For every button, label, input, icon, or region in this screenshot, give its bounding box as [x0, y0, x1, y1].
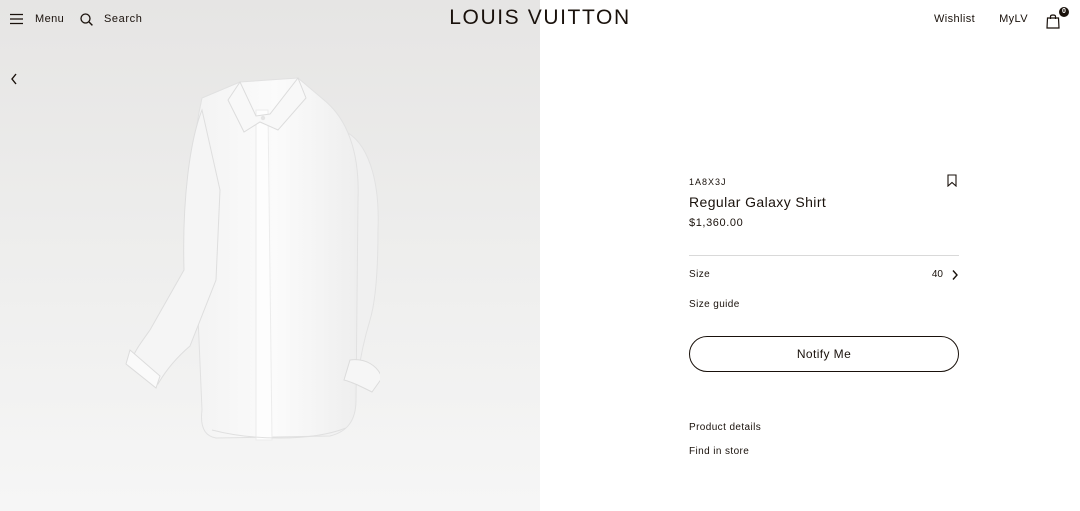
bookmark-icon [947, 174, 957, 188]
gallery-prev-button[interactable] [6, 70, 22, 88]
divider [689, 255, 959, 256]
shopping-bag-icon [1046, 14, 1060, 29]
shopping-bag-button[interactable]: 0 [1046, 7, 1069, 29]
brand-logo-text: LOUIS VUITTON [449, 6, 631, 29]
size-value: 40 [931, 269, 943, 280]
brand-logo[interactable]: LOUIS VUITTON [0, 6, 1080, 30]
find-in-store-link[interactable]: Find in store [689, 446, 749, 457]
chevron-right-icon [952, 270, 958, 280]
mylv-link[interactable]: MyLV [999, 13, 1028, 25]
product-image [125, 77, 380, 441]
bag-count-badge: 0 [1059, 7, 1069, 17]
product-details-link[interactable]: Product details [689, 422, 761, 433]
header-actions: Wishlist MyLV 0 [934, 7, 1069, 30]
product-price: $1,360.00 [689, 217, 744, 229]
size-label: Size [689, 269, 711, 280]
notify-me-button[interactable]: Notify Me [689, 336, 959, 372]
add-to-wishlist-button[interactable] [947, 174, 957, 188]
product-image-area [0, 0, 540, 511]
chevron-left-icon [11, 73, 17, 85]
product-sku: 1A8X3J [689, 177, 727, 187]
site-header: Menu Search LOUIS VUITTON Wishlist MyLV … [0, 0, 1080, 40]
wishlist-link[interactable]: Wishlist [934, 13, 975, 25]
size-selector[interactable]: Size 40 [689, 267, 959, 283]
product-title: Regular Galaxy Shirt [689, 194, 827, 210]
size-guide-link[interactable]: Size guide [689, 299, 740, 310]
